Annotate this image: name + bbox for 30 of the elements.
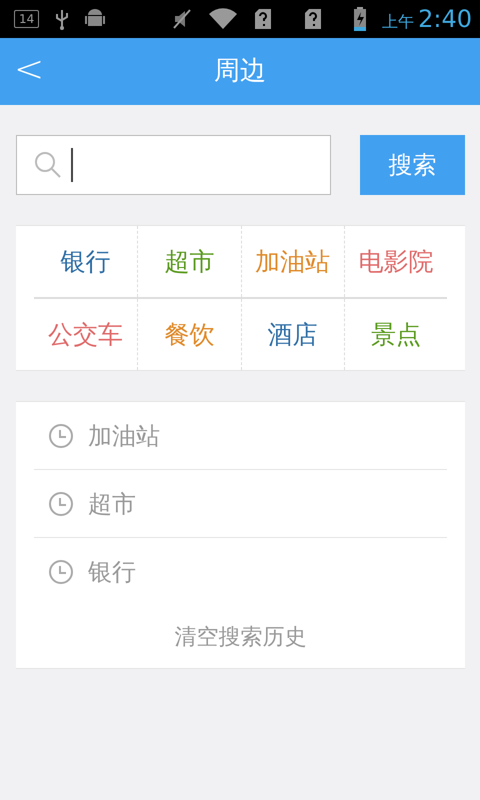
history-item[interactable]: 超市 (74, 486, 136, 522)
category-link[interactable]: 电影院 (358, 242, 434, 280)
text-cursor (71, 148, 73, 182)
history-item[interactable]: 银行 (74, 554, 136, 590)
mute-icon (172, 8, 192, 30)
clear-history-button[interactable]: 清空搜索历史 (16, 606, 465, 668)
category-link[interactable]: 银行 (60, 242, 111, 280)
category-link[interactable]: 公交车 (48, 316, 124, 354)
clock-icon (48, 422, 74, 448)
clock-icon (48, 559, 74, 585)
category-link[interactable]: 餐饮 (164, 316, 214, 354)
search-field[interactable] (16, 135, 331, 195)
back-button[interactable]: < (0, 52, 44, 92)
wifi-icon (208, 8, 238, 30)
time-period: 上午 (382, 11, 414, 33)
search-button[interactable]: 搜索 (360, 135, 465, 195)
search-icon (33, 150, 63, 180)
sim-icon (304, 8, 322, 30)
usb-icon (55, 8, 70, 30)
category-link[interactable]: 加油站 (255, 242, 330, 280)
notification-count: 14 (14, 10, 40, 28)
clock-icon (48, 490, 74, 516)
clock-time: 2:40 (418, 4, 472, 35)
history-item[interactable]: 加油站 (74, 418, 160, 454)
sim-icon (254, 8, 272, 30)
page-title: 周边 (214, 55, 266, 88)
category-link[interactable]: 酒店 (268, 316, 318, 354)
category-link[interactable]: 超市 (164, 242, 214, 280)
category-link[interactable]: 景点 (370, 316, 421, 354)
battery-icon (354, 7, 366, 31)
